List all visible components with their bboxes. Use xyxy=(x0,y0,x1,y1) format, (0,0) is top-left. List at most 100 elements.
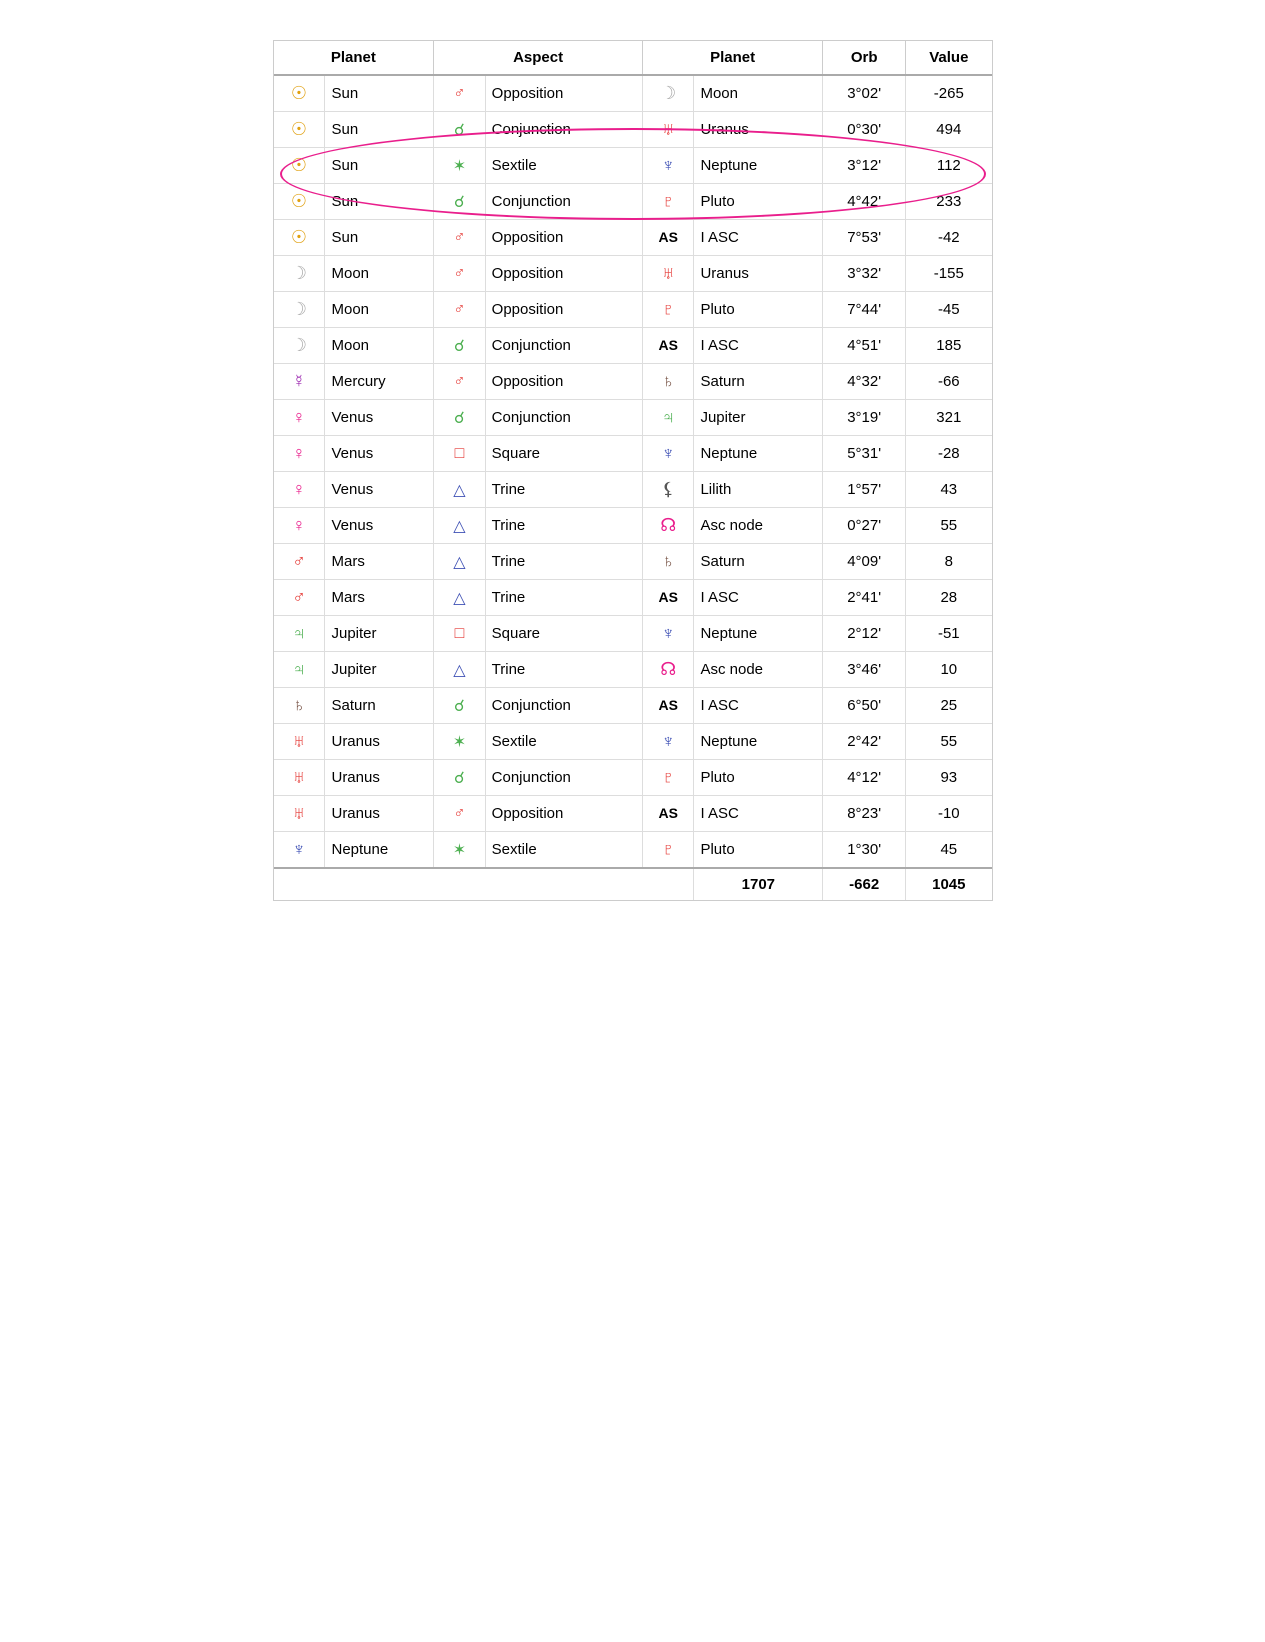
footer-totals-row: 1707 -662 1045 xyxy=(274,868,992,900)
planet2-name: I ASC xyxy=(694,580,823,616)
aspect-name: Conjunction xyxy=(485,184,642,220)
aspect-name: Trine xyxy=(485,544,642,580)
aspect-name: Sextile xyxy=(485,724,642,760)
aspect-name: Trine xyxy=(485,580,642,616)
aspect-name: Conjunction xyxy=(485,760,642,796)
aspect-value: 321 xyxy=(906,400,992,436)
aspect-icon: ☌ xyxy=(434,760,485,796)
aspect-name: Square xyxy=(485,616,642,652)
aspect-value: 185 xyxy=(906,328,992,364)
planet2-icon: AS xyxy=(642,328,693,364)
aspect-icon: ♂ xyxy=(434,256,485,292)
aspects-table: Planet Aspect Planet Orb Value ☉ Sun ♂ O… xyxy=(274,41,992,900)
planet1-name: Venus xyxy=(325,436,434,472)
header-planet1: Planet xyxy=(274,41,434,75)
planet1-icon: ♂ xyxy=(274,580,325,616)
aspect-icon: △ xyxy=(434,508,485,544)
planet2-icon: ♇ xyxy=(642,760,693,796)
footer-total-positive: 1707 xyxy=(694,868,823,900)
table-row: ☉ Sun ☌ Conjunction ♅ Uranus 0°30' 494 xyxy=(274,112,992,148)
aspect-icon: ✶ xyxy=(434,832,485,869)
orb-value: 8°23' xyxy=(823,796,906,832)
aspect-name: Opposition xyxy=(485,364,642,400)
planet2-icon: ♇ xyxy=(642,184,693,220)
planet1-icon: ♅ xyxy=(274,724,325,760)
table-row: ☉ Sun ☌ Conjunction ♇ Pluto 4°42' 233 xyxy=(274,184,992,220)
planet1-icon: ♀ xyxy=(274,400,325,436)
orb-value: 0°27' xyxy=(823,508,906,544)
table-row: ☉ Sun ♂ Opposition ☽ Moon 3°02' -265 xyxy=(274,75,992,112)
planet2-name: Saturn xyxy=(694,544,823,580)
planet1-icon: ♆ xyxy=(274,832,325,869)
aspects-table-wrapper: Planet Aspect Planet Orb Value ☉ Sun ♂ O… xyxy=(273,40,993,901)
aspect-icon: ☌ xyxy=(434,328,485,364)
aspect-value: 8 xyxy=(906,544,992,580)
aspect-name: Sextile xyxy=(485,832,642,869)
planet1-name: Sun xyxy=(325,220,434,256)
planet1-name: Moon xyxy=(325,256,434,292)
planet2-name: Lilith xyxy=(694,472,823,508)
planet1-name: Mars xyxy=(325,544,434,580)
table-row: ♅ Uranus ☌ Conjunction ♇ Pluto 4°12' 93 xyxy=(274,760,992,796)
planet2-name: Pluto xyxy=(694,184,823,220)
table-row: ♂ Mars △ Trine ♄ Saturn 4°09' 8 xyxy=(274,544,992,580)
footer-total-negative: -662 xyxy=(823,868,906,900)
planet1-icon: ♅ xyxy=(274,796,325,832)
planet2-icon: ♆ xyxy=(642,148,693,184)
aspect-value: 93 xyxy=(906,760,992,796)
aspect-value: -155 xyxy=(906,256,992,292)
orb-value: 7°53' xyxy=(823,220,906,256)
table-row: ♄ Saturn ☌ Conjunction AS I ASC 6°50' 25 xyxy=(274,688,992,724)
aspect-value: -265 xyxy=(906,75,992,112)
planet2-icon: AS xyxy=(642,580,693,616)
table-row: ☉ Sun ✶ Sextile ♆ Neptune 3°12' 112 xyxy=(274,148,992,184)
planet1-icon: ☽ xyxy=(274,328,325,364)
planet2-name: Neptune xyxy=(694,616,823,652)
planet2-icon: AS xyxy=(642,796,693,832)
planet2-name: Jupiter xyxy=(694,400,823,436)
aspect-name: Conjunction xyxy=(485,688,642,724)
aspect-value: 43 xyxy=(906,472,992,508)
planet2-name: Uranus xyxy=(694,112,823,148)
planet2-icon: ♄ xyxy=(642,544,693,580)
aspect-name: Trine xyxy=(485,508,642,544)
aspect-name: Opposition xyxy=(485,75,642,112)
planet2-name: I ASC xyxy=(694,328,823,364)
orb-value: 4°32' xyxy=(823,364,906,400)
planet2-name: I ASC xyxy=(694,796,823,832)
orb-value: 4°42' xyxy=(823,184,906,220)
orb-value: 3°12' xyxy=(823,148,906,184)
aspect-value: 112 xyxy=(906,148,992,184)
aspect-value: 28 xyxy=(906,580,992,616)
planet1-icon: ☽ xyxy=(274,292,325,328)
planet1-icon: ♀ xyxy=(274,472,325,508)
planet1-name: Venus xyxy=(325,508,434,544)
aspect-value: -28 xyxy=(906,436,992,472)
orb-value: 7°44' xyxy=(823,292,906,328)
table-row: ♀ Venus □ Square ♆ Neptune 5°31' -28 xyxy=(274,436,992,472)
planet1-icon: ♅ xyxy=(274,760,325,796)
header-aspect: Aspect xyxy=(434,41,643,75)
table-row: ♅ Uranus ✶ Sextile ♆ Neptune 2°42' 55 xyxy=(274,724,992,760)
aspect-icon: △ xyxy=(434,580,485,616)
planet2-icon: ♃ xyxy=(642,400,693,436)
aspect-value: 25 xyxy=(906,688,992,724)
planet2-icon: ♆ xyxy=(642,436,693,472)
planet1-name: Moon xyxy=(325,292,434,328)
planet2-name: I ASC xyxy=(694,220,823,256)
table-row: ☿ Mercury ♂ Opposition ♄ Saturn 4°32' -6… xyxy=(274,364,992,400)
orb-value: 6°50' xyxy=(823,688,906,724)
planet2-icon: ☊ xyxy=(642,652,693,688)
planet1-icon: ♃ xyxy=(274,652,325,688)
orb-value: 4°51' xyxy=(823,328,906,364)
aspect-name: Opposition xyxy=(485,292,642,328)
aspect-value: 233 xyxy=(906,184,992,220)
planet1-name: Sun xyxy=(325,75,434,112)
aspect-icon: ☌ xyxy=(434,688,485,724)
aspect-value: 494 xyxy=(906,112,992,148)
planet2-icon: AS xyxy=(642,688,693,724)
aspect-name: Sextile xyxy=(485,148,642,184)
planet1-name: Neptune xyxy=(325,832,434,869)
planet1-icon: ☉ xyxy=(274,75,325,112)
aspect-value: -51 xyxy=(906,616,992,652)
